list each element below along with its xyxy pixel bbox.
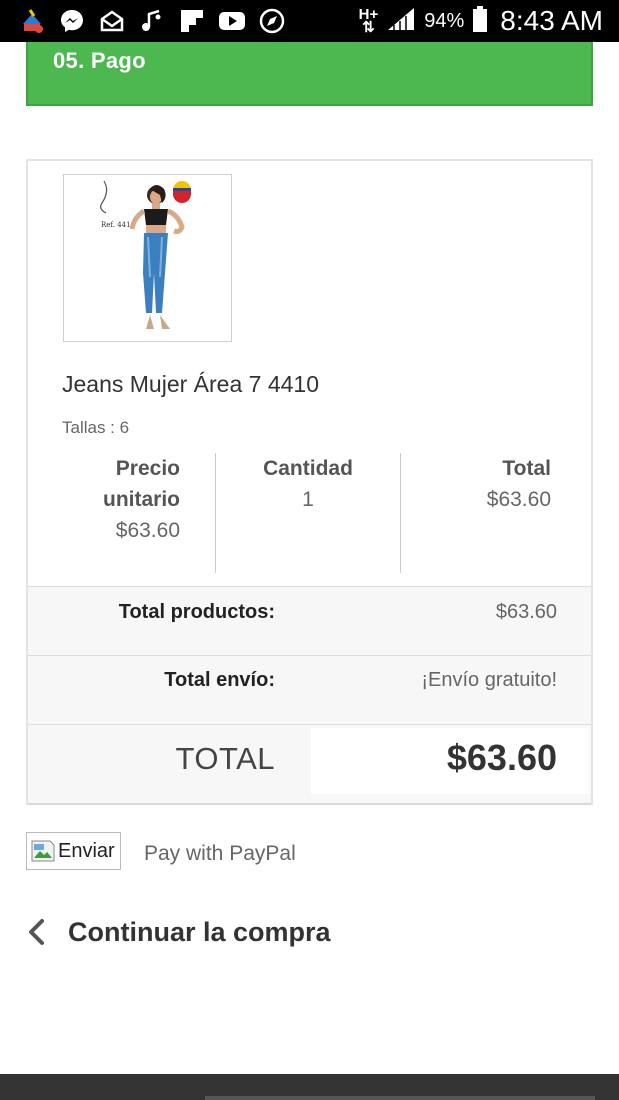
paypal-submit-button[interactable]: Enviar [26, 832, 121, 870]
products-total-label: Total productos: [118, 601, 275, 623]
paypal-option-label[interactable]: Pay with PayPal [144, 842, 296, 866]
product-size: Tallas : 6 [62, 418, 130, 437]
shipping-total-row: Total envío: ¡Envío gratuito! [28, 655, 591, 724]
products-total-row: Total productos: $63.60 [28, 586, 591, 655]
card-divider [28, 803, 591, 805]
paypal-submit-label: Enviar [58, 839, 115, 862]
music-app-icon [138, 7, 166, 35]
network-arrows-icon: H+ ⇅ [358, 6, 379, 36]
cart-summary-card: Ref. 4410 Jeans Mujer Área 7 4410 Tallas… [26, 159, 593, 805]
product-name[interactable]: Jeans Mujer Área 7 4410 [62, 371, 319, 398]
chevron-left-icon [26, 918, 48, 946]
product-image[interactable]: Ref. 4410 [63, 174, 232, 342]
line-total-value: $63.60 [486, 488, 551, 511]
grand-total-label: TOTAL [175, 741, 275, 776]
continue-shopping-label: Continuar la compra [68, 916, 331, 947]
battery-percent: 94% [424, 9, 465, 32]
shipping-total-label: Total envío: [164, 669, 275, 691]
cleaner-app-icon [18, 7, 46, 35]
unit-price-value: $63.60 [115, 519, 180, 542]
product-price-columns: Precio unitario $63.60 Cantidad 1 Total … [28, 453, 591, 573]
line-total-column: Total $63.60 [401, 453, 551, 573]
system-status: H+ ⇅ 94% 8:43 AM [359, 0, 603, 42]
checkout-step-banner[interactable]: 05. Pago [26, 42, 593, 106]
mail-icon [98, 7, 126, 35]
clock: 8:43 AM [500, 5, 603, 36]
signal-icon [386, 6, 416, 36]
products-total-value: $63.60 [495, 601, 557, 623]
line-total-header: Total [502, 457, 551, 480]
notification-icons [18, 7, 286, 35]
flipboard-icon [178, 7, 206, 35]
unit-price-column: Precio unitario $63.60 [68, 453, 180, 573]
network-type: H+ [358, 6, 379, 23]
broken-image-icon [30, 838, 56, 864]
grand-total-value: $63.60 [446, 737, 557, 778]
status-bar: H+ ⇅ 94% 8:43 AM [0, 0, 619, 42]
bottom-bar-input [205, 1096, 595, 1100]
messenger-icon [58, 7, 86, 35]
quantity-column: Cantidad 1 [215, 453, 401, 573]
battery-icon [472, 5, 488, 37]
product-photo: Ref. 4410 [64, 175, 231, 341]
bottom-bar [0, 1074, 619, 1100]
browser-icon [258, 7, 286, 35]
unit-price-header: Precio unitario [103, 457, 180, 511]
continue-shopping-link[interactable]: Continuar la compra [26, 912, 331, 952]
grand-total-row: TOTAL $63.60 [28, 724, 591, 803]
step-title: 05. Pago [53, 48, 146, 73]
quantity-header: Cantidad [263, 457, 353, 480]
shipping-total-value: ¡Envío gratuito! [421, 669, 557, 691]
youtube-icon [218, 7, 246, 35]
quantity-value: 1 [302, 488, 314, 511]
